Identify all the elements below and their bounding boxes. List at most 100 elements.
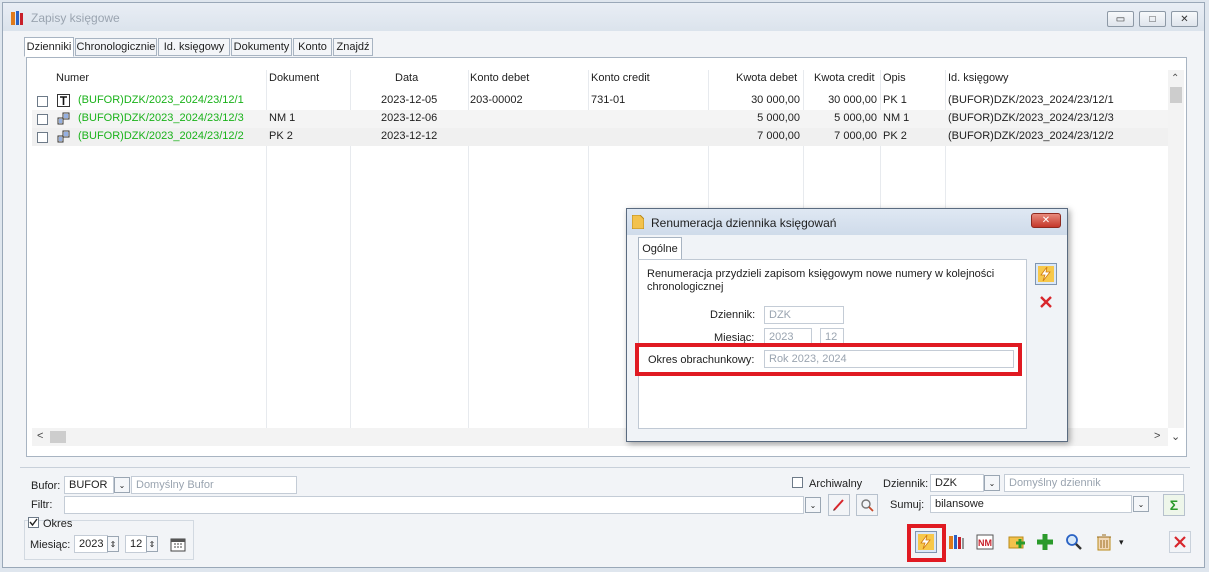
year-field[interactable]: 2023 bbox=[74, 535, 108, 553]
header-opis[interactable]: Opis bbox=[883, 72, 906, 84]
cell-data: 2023-12-06 bbox=[381, 112, 438, 124]
month-field[interactable]: 12 bbox=[125, 535, 147, 553]
add-button[interactable] bbox=[1034, 531, 1056, 553]
trash-icon bbox=[1097, 534, 1111, 551]
cell-kwota-debet: 5 000,00 bbox=[757, 112, 800, 124]
year-spinner-icon[interactable]: ⇕ bbox=[107, 536, 119, 552]
dialog-cancel-button[interactable] bbox=[1035, 291, 1057, 313]
row-checkbox[interactable] bbox=[37, 96, 48, 107]
renumber-dialog: Renumeracja dziennika księgowań ✕ Ogólne… bbox=[626, 208, 1068, 442]
cell-opis: PK 1 bbox=[883, 94, 907, 106]
tab-id-ksiegowy[interactable]: Id. księgowy bbox=[158, 38, 230, 56]
add-folder-button[interactable] bbox=[1006, 531, 1028, 553]
scroll-down-icon[interactable]: ⌄ bbox=[1171, 430, 1180, 443]
row-checkbox[interactable] bbox=[37, 132, 48, 143]
close-window-button[interactable]: ✕ bbox=[1171, 11, 1198, 27]
bufor-dropdown-icon[interactable]: ⌄ bbox=[114, 477, 130, 493]
cell-numer: (BUFOR)DZK/2023_2024/23/12/2 bbox=[78, 130, 244, 142]
header-kwota-debet[interactable]: Kwota debet bbox=[736, 72, 797, 84]
tab-dokumenty[interactable]: Dokumenty bbox=[231, 38, 292, 56]
scroll-right-icon[interactable]: > bbox=[1154, 430, 1160, 442]
cell-numer: (BUFOR)DZK/2023_2024/23/12/1 bbox=[78, 94, 244, 106]
scroll-left-icon[interactable]: < bbox=[37, 430, 43, 442]
nm-button[interactable]: NM bbox=[974, 531, 996, 553]
dialog-dziennik-label: Dziennik: bbox=[710, 309, 756, 321]
renumber-button[interactable] bbox=[915, 531, 937, 553]
cell-kwota-credit: 30 000,00 bbox=[828, 94, 877, 106]
scroll-thumb[interactable] bbox=[1170, 87, 1182, 103]
bufor-description: Domyślny Bufor bbox=[131, 476, 297, 494]
vertical-scrollbar[interactable]: ⌃ bbox=[1168, 70, 1184, 428]
checkmark-icon bbox=[29, 518, 38, 527]
header-numer[interactable]: Numer bbox=[56, 72, 89, 84]
magnifier-icon bbox=[1066, 534, 1082, 550]
okres-label: Okres bbox=[43, 518, 73, 530]
clear-filter-button[interactable] bbox=[828, 494, 850, 516]
month-spinner-icon[interactable]: ⇕ bbox=[146, 536, 158, 552]
okres-checkbox[interactable] bbox=[28, 517, 39, 528]
nm-document-icon: NM bbox=[976, 534, 994, 550]
table-row[interactable]: (BUFOR)DZK/2023_2024/23/12/3 NM 1 2023-1… bbox=[32, 110, 1168, 128]
red-x-icon bbox=[1040, 296, 1052, 308]
dialog-close-button[interactable]: ✕ bbox=[1031, 213, 1061, 228]
dziennik-combo[interactable]: DZK bbox=[930, 474, 984, 492]
app-books-icon bbox=[11, 11, 23, 25]
cell-opis: PK 2 bbox=[883, 130, 907, 142]
table-row[interactable]: (BUFOR)DZK/2023_2024/23/12/1 2023-12-05 … bbox=[32, 92, 1168, 110]
row-checkbox[interactable] bbox=[37, 114, 48, 125]
calendar-button[interactable] bbox=[167, 533, 189, 555]
header-konto-debet[interactable]: Konto debet bbox=[470, 72, 529, 84]
books-button[interactable] bbox=[946, 531, 968, 553]
cell-kwota-debet: 30 000,00 bbox=[751, 94, 800, 106]
minimize-button[interactable]: ▭ bbox=[1107, 11, 1134, 27]
tab-znajdz[interactable]: Znajdź bbox=[333, 38, 373, 56]
cell-dokument: PK 2 bbox=[269, 130, 293, 142]
svg-text:NM: NM bbox=[978, 538, 992, 548]
title-bar: Zapisy księgowe ▭ □ ✕ bbox=[3, 3, 1204, 31]
cell-kwota-credit: 5 000,00 bbox=[834, 112, 877, 124]
header-kwota-credit[interactable]: Kwota credit bbox=[814, 72, 875, 84]
miesiac-label: Miesiąc: bbox=[30, 539, 71, 551]
table-row[interactable]: (BUFOR)DZK/2023_2024/23/12/2 PK 2 2023-1… bbox=[32, 128, 1168, 146]
filter-constructor-button[interactable] bbox=[856, 494, 878, 516]
cell-konto-credit: 731-01 bbox=[591, 94, 626, 106]
red-x-icon bbox=[1174, 536, 1186, 548]
cell-kwota-debet: 7 000,00 bbox=[757, 130, 800, 142]
sigma-icon: Σ bbox=[1169, 497, 1179, 513]
header-data[interactable]: Data bbox=[395, 72, 418, 84]
header-konto-credit[interactable]: Konto credit bbox=[591, 72, 650, 84]
tab-dzienniki[interactable]: Dzienniki bbox=[24, 37, 74, 57]
dialog-tab-ogolne[interactable]: Ogólne bbox=[638, 237, 682, 259]
plus-icon bbox=[1037, 534, 1053, 550]
dziennik-dropdown-icon[interactable]: ⌄ bbox=[984, 475, 1000, 491]
dialog-title: Renumeracja dziennika księgowań bbox=[651, 216, 837, 230]
cell-data: 2023-12-05 bbox=[381, 94, 438, 106]
header-dokument[interactable]: Dokument bbox=[269, 72, 319, 84]
search-button[interactable] bbox=[1063, 531, 1085, 553]
close-button[interactable] bbox=[1169, 531, 1191, 553]
dziennik-label: Dziennik: bbox=[883, 478, 929, 490]
scroll-thumb-h[interactable] bbox=[50, 431, 66, 443]
archiwalny-checkbox[interactable] bbox=[792, 477, 803, 488]
divider bbox=[20, 467, 1190, 468]
sum-button[interactable]: Σ bbox=[1163, 494, 1185, 516]
tab-konto[interactable]: Konto bbox=[293, 38, 332, 56]
delete-button[interactable] bbox=[1093, 531, 1115, 553]
lightning-icon bbox=[918, 534, 934, 550]
dialog-dziennik-field[interactable]: DZK bbox=[764, 306, 844, 324]
bufor-combo[interactable]: BUFOR bbox=[64, 476, 114, 494]
sumuj-combo[interactable]: bilansowe bbox=[930, 495, 1132, 513]
dialog-run-button[interactable] bbox=[1035, 263, 1057, 285]
delete-options-icon[interactable]: ▾ bbox=[1119, 537, 1127, 549]
maximize-button[interactable]: □ bbox=[1139, 11, 1166, 27]
header-id-ksiegowy[interactable]: Id. księgowy bbox=[948, 72, 1009, 84]
cell-kwota-credit: 7 000,00 bbox=[834, 130, 877, 142]
cell-id: (BUFOR)DZK/2023_2024/23/12/1 bbox=[948, 94, 1114, 106]
filter-input[interactable] bbox=[64, 496, 804, 514]
highlight-okres bbox=[635, 343, 1022, 376]
scroll-up-icon[interactable]: ⌃ bbox=[1171, 73, 1179, 84]
filter-dropdown-icon[interactable]: ⌄ bbox=[805, 497, 821, 513]
sumuj-label: Sumuj: bbox=[890, 499, 925, 511]
tab-chronologicznie[interactable]: Chronologicznie bbox=[75, 38, 157, 56]
sumuj-dropdown-icon[interactable]: ⌄ bbox=[1133, 496, 1149, 512]
